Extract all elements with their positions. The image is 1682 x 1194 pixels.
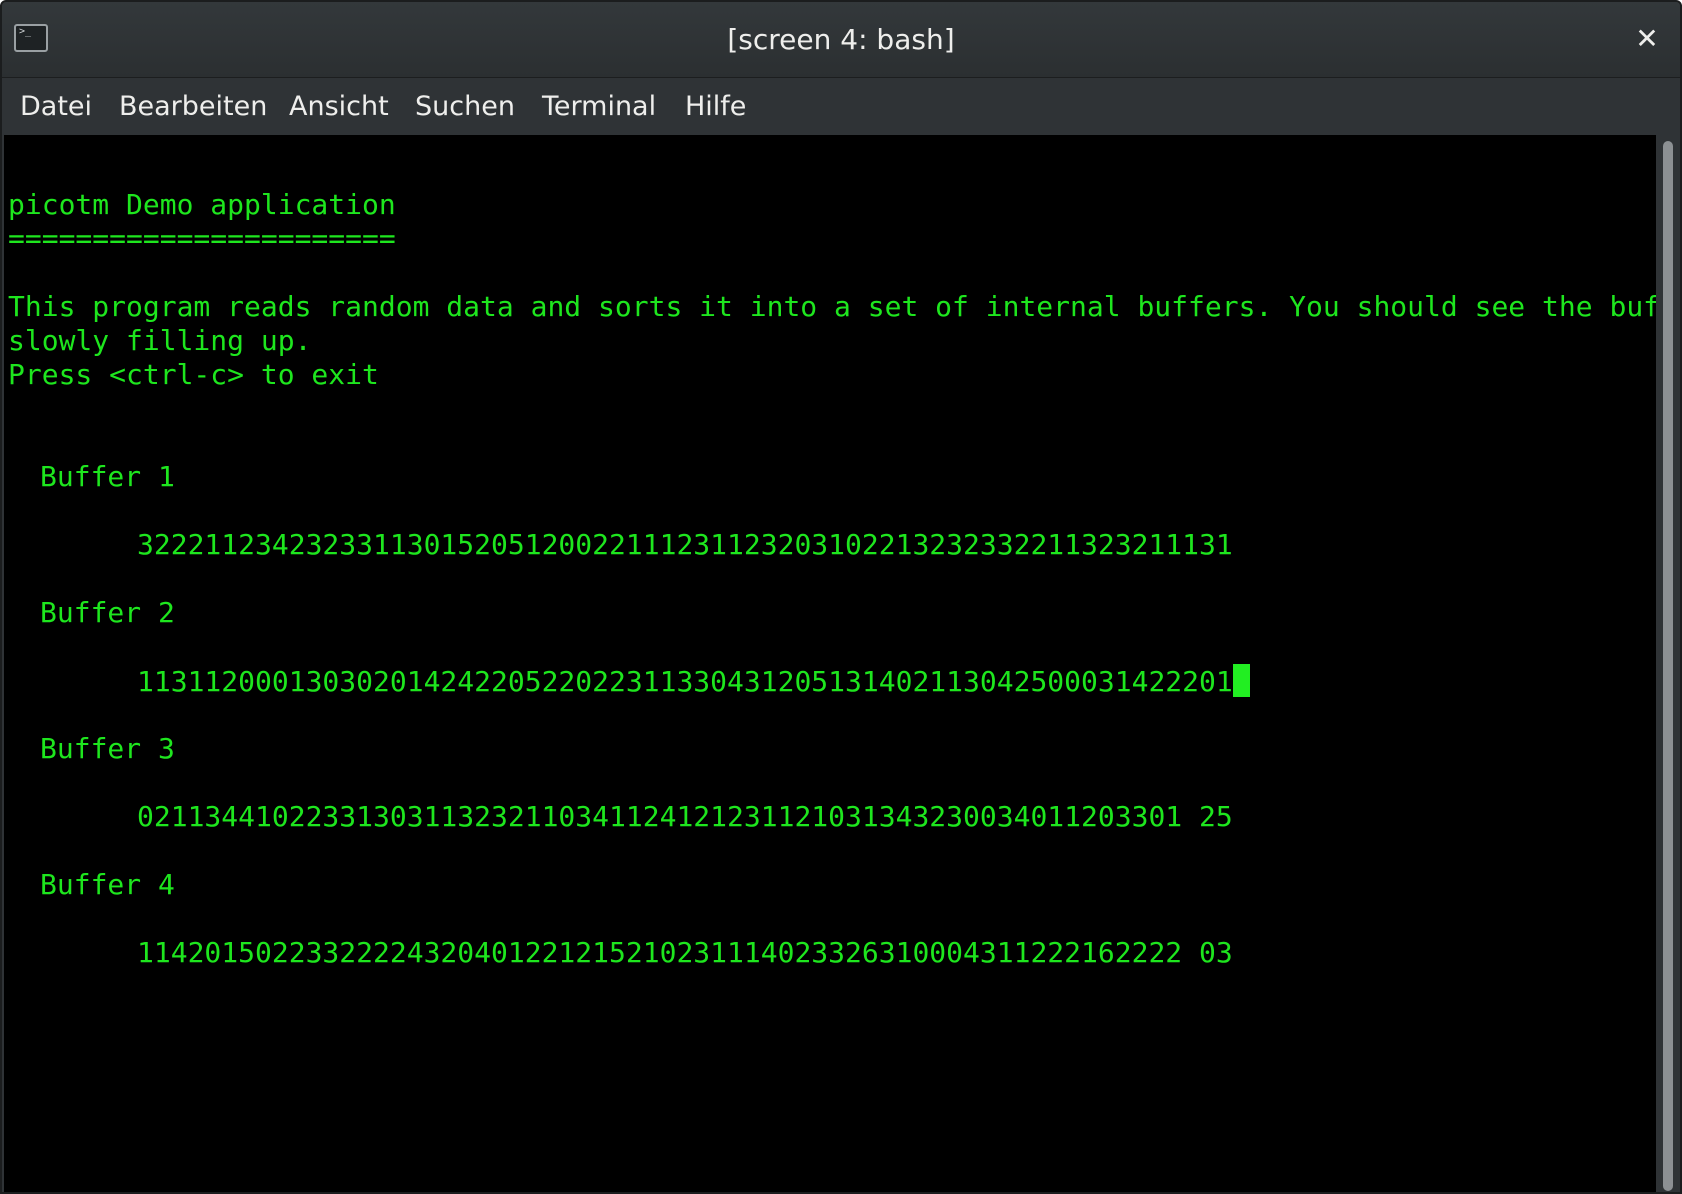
text-cursor bbox=[1232, 664, 1250, 697]
menu-hilfe[interactable]: Hilfe bbox=[685, 90, 746, 124]
scrollbar-thumb[interactable] bbox=[1663, 141, 1673, 1191]
menu-bearbeiten[interactable]: Bearbeiten bbox=[119, 90, 267, 124]
menu-datei[interactable]: Datei bbox=[20, 90, 92, 124]
buffer-content: 1131120001303020142422052202231133043120… bbox=[137, 665, 1233, 698]
buffer-label: Buffer 2 bbox=[40, 596, 175, 629]
buffer-content-row: 1131120001303020142422052202231133043120… bbox=[137, 664, 1250, 699]
title-bar[interactable]: >_ [screen 4: bash] ✕ bbox=[2, 2, 1680, 78]
app-heading: picotm Demo application bbox=[8, 188, 396, 221]
vertical-scrollbar[interactable] bbox=[1656, 135, 1680, 1192]
exit-hint: Press <ctrl-c> to exit bbox=[8, 358, 379, 391]
terminal-output[interactable]: picotm Demo application ================… bbox=[4, 135, 1658, 1192]
heading-underline: ======================= bbox=[8, 222, 396, 255]
close-icon[interactable]: ✕ bbox=[1632, 24, 1662, 54]
menu-terminal[interactable]: Terminal bbox=[542, 90, 656, 124]
menu-bar: Datei Bearbeiten Ansicht Suchen Terminal… bbox=[2, 78, 1680, 135]
buffer-label: Buffer 3 bbox=[40, 732, 175, 765]
menu-suchen[interactable]: Suchen bbox=[415, 90, 515, 124]
menu-ansicht[interactable]: Ansicht bbox=[289, 90, 389, 124]
buffer-content: 3222112342323311301520512002211123112320… bbox=[137, 528, 1233, 561]
terminal-window: >_ [screen 4: bash] ✕ Datei Bearbeiten A… bbox=[0, 0, 1682, 1194]
buffer-content: 1142015022332222432040122121521023111402… bbox=[137, 936, 1233, 969]
intro-line-continued: slowly filling up. bbox=[8, 324, 312, 357]
buffer-content: 0211344102233130311323211034112412123112… bbox=[137, 800, 1233, 833]
buffer-label: Buffer 4 bbox=[40, 868, 175, 901]
buffer-label: Buffer 1 bbox=[40, 460, 175, 493]
window-title: [screen 4: bash] bbox=[727, 23, 955, 56]
intro-line: This program reads random data and sorts… bbox=[8, 290, 1658, 323]
